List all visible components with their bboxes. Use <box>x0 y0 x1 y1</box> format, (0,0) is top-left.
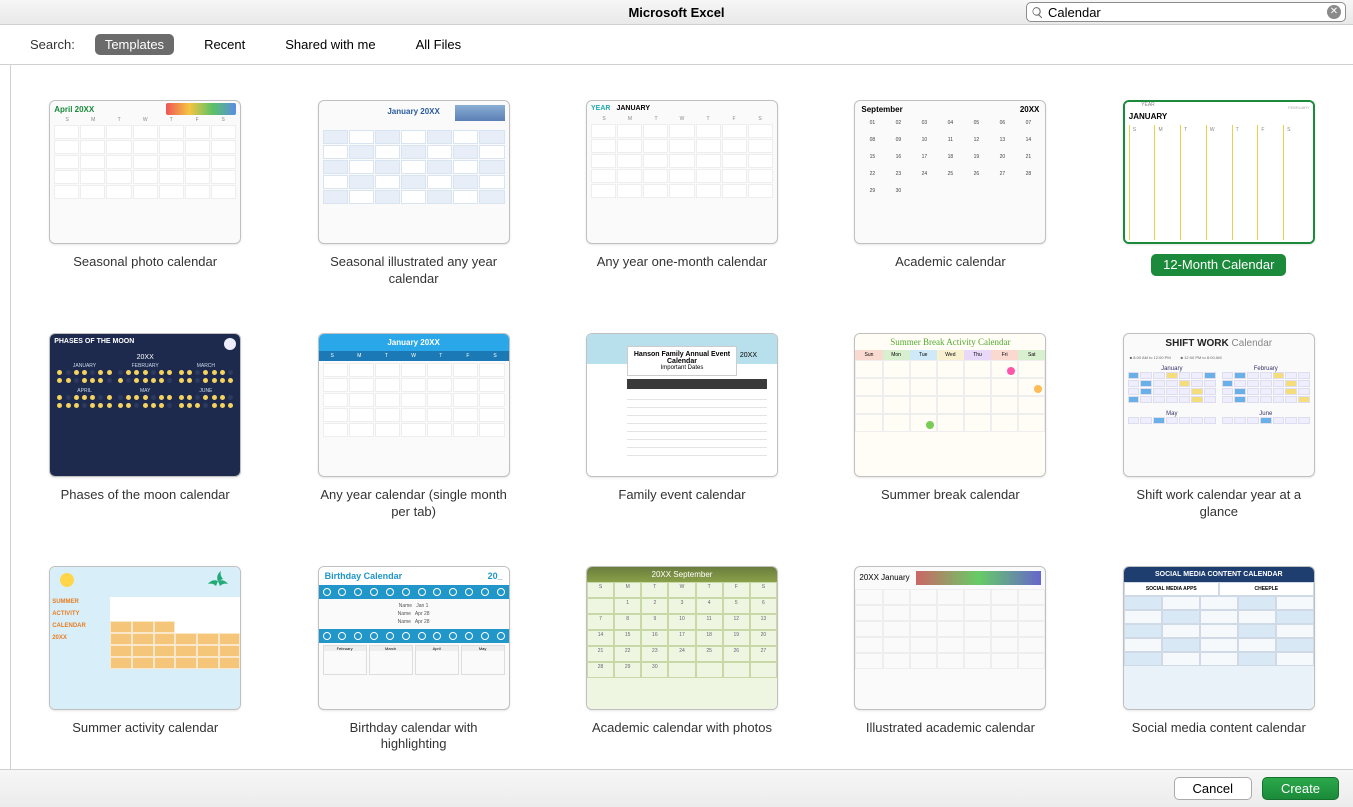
template-item-seasonal-photo[interactable]: April 20XX SMTWTFS Seasonal photo calend… <box>45 100 245 288</box>
template-thumbnail: Summer Break Activity Calendar SunMonTue… <box>854 333 1046 477</box>
filter-bar: Search: Templates Recent Shared with me … <box>0 25 1353 65</box>
template-thumbnail: 20XX September SMTWTFS123456789101112131… <box>586 566 778 710</box>
template-name: Seasonal photo calendar <box>45 254 245 271</box>
template-name: Social media content calendar <box>1119 720 1319 737</box>
template-thumbnail: YEAR JANUARY FEBRUARY <box>1123 100 1315 244</box>
template-thumbnail: 20XX January <box>854 566 1046 710</box>
template-name: Phases of the moon calendar <box>45 487 245 504</box>
template-gallery: April 20XX SMTWTFS Seasonal photo calend… <box>10 65 1353 769</box>
search-label: Search: <box>30 37 75 52</box>
search-field[interactable]: ✕ <box>1026 2 1346 22</box>
template-thumbnail: September20XX 01020304050607080910111213… <box>854 100 1046 244</box>
template-item-social-media[interactable]: SOCIAL MEDIA CONTENT CALENDAR SOCIAL MED… <box>1119 566 1319 754</box>
template-item-academic[interactable]: September20XX 01020304050607080910111213… <box>850 100 1050 288</box>
title-bar: Microsoft Excel ✕ <box>0 0 1353 25</box>
template-name: Summer break calendar <box>850 487 1050 504</box>
template-thumbnail: SUMMER ACTIVITY CALENDAR 20XX <box>49 566 241 710</box>
template-name: Shift work calendar year at a glance <box>1119 487 1319 521</box>
template-name: Any year one-month calendar <box>582 254 782 271</box>
app-title: Microsoft Excel <box>628 5 724 20</box>
template-item-summer-break[interactable]: Summer Break Activity Calendar SunMonTue… <box>850 333 1050 521</box>
template-thumbnail: January 20XX <box>318 100 510 244</box>
template-name: Summer activity calendar <box>45 720 245 737</box>
template-thumbnail: SOCIAL MEDIA CONTENT CALENDAR SOCIAL MED… <box>1123 566 1315 710</box>
template-item-12-month[interactable]: YEAR JANUARY FEBRUARY 12-Month Calendar <box>1119 100 1319 288</box>
create-button[interactable]: Create <box>1262 777 1339 800</box>
filter-tab-shared[interactable]: Shared with me <box>275 34 385 55</box>
cancel-button[interactable]: Cancel <box>1174 777 1252 800</box>
template-item-summer-activity[interactable]: SUMMER ACTIVITY CALENDAR 20XX Summer act… <box>45 566 245 754</box>
clear-search-icon[interactable]: ✕ <box>1327 5 1341 19</box>
template-name: Any year calendar (single month per tab) <box>314 487 514 521</box>
template-name: Academic calendar with photos <box>582 720 782 737</box>
footer-bar: Cancel Create <box>0 769 1353 807</box>
filter-tab-recent[interactable]: Recent <box>194 34 255 55</box>
template-item-family-event[interactable]: Hanson Family Annual Event CalendarImpor… <box>582 333 782 521</box>
template-item-any-year-single[interactable]: January 20XX SMTWTFS Any year calendar (… <box>314 333 514 521</box>
template-thumbnail: SHIFT WORK Calendar ■ 8:00 AM to 12:00 P… <box>1123 333 1315 477</box>
template-name: Family event calendar <box>582 487 782 504</box>
template-item-birthday[interactable]: Birthday Calendar20_ Name Jan 1Name Apr … <box>314 566 514 754</box>
template-thumbnail: January 20XX SMTWTFS <box>318 333 510 477</box>
template-item-moon[interactable]: PHASES OF THE MOON 20XX JANUARY FEBRUARY… <box>45 333 245 521</box>
filter-tab-allfiles[interactable]: All Files <box>406 34 472 55</box>
template-name: Illustrated academic calendar <box>850 720 1050 737</box>
template-item-any-year-one-month[interactable]: YEARJANUARY SMTWTFS Any year one-month c… <box>582 100 782 288</box>
template-item-shift-work[interactable]: SHIFT WORK Calendar ■ 8:00 AM to 12:00 P… <box>1119 333 1319 521</box>
filter-tab-templates[interactable]: Templates <box>95 34 174 55</box>
template-item-academic-photos[interactable]: 20XX September SMTWTFS123456789101112131… <box>582 566 782 754</box>
template-thumbnail: April 20XX SMTWTFS <box>49 100 241 244</box>
template-thumbnail: Hanson Family Annual Event CalendarImpor… <box>586 333 778 477</box>
template-thumbnail: YEARJANUARY SMTWTFS <box>586 100 778 244</box>
template-thumbnail: PHASES OF THE MOON 20XX JANUARY FEBRUARY… <box>49 333 241 477</box>
search-input[interactable] <box>1048 5 1327 20</box>
template-name: 12-Month Calendar <box>1159 257 1278 272</box>
template-name: Birthday calendar with highlighting <box>314 720 514 754</box>
template-name: Academic calendar <box>850 254 1050 271</box>
template-thumbnail: Birthday Calendar20_ Name Jan 1Name Apr … <box>318 566 510 710</box>
search-icon <box>1031 6 1044 19</box>
template-name: Seasonal illustrated any year calendar <box>314 254 514 288</box>
template-item-seasonal-illustrated[interactable]: January 20XX Seasonal illustrated any ye… <box>314 100 514 288</box>
template-item-illustrated-academic[interactable]: 20XX January Illustrated academic calend… <box>850 566 1050 754</box>
